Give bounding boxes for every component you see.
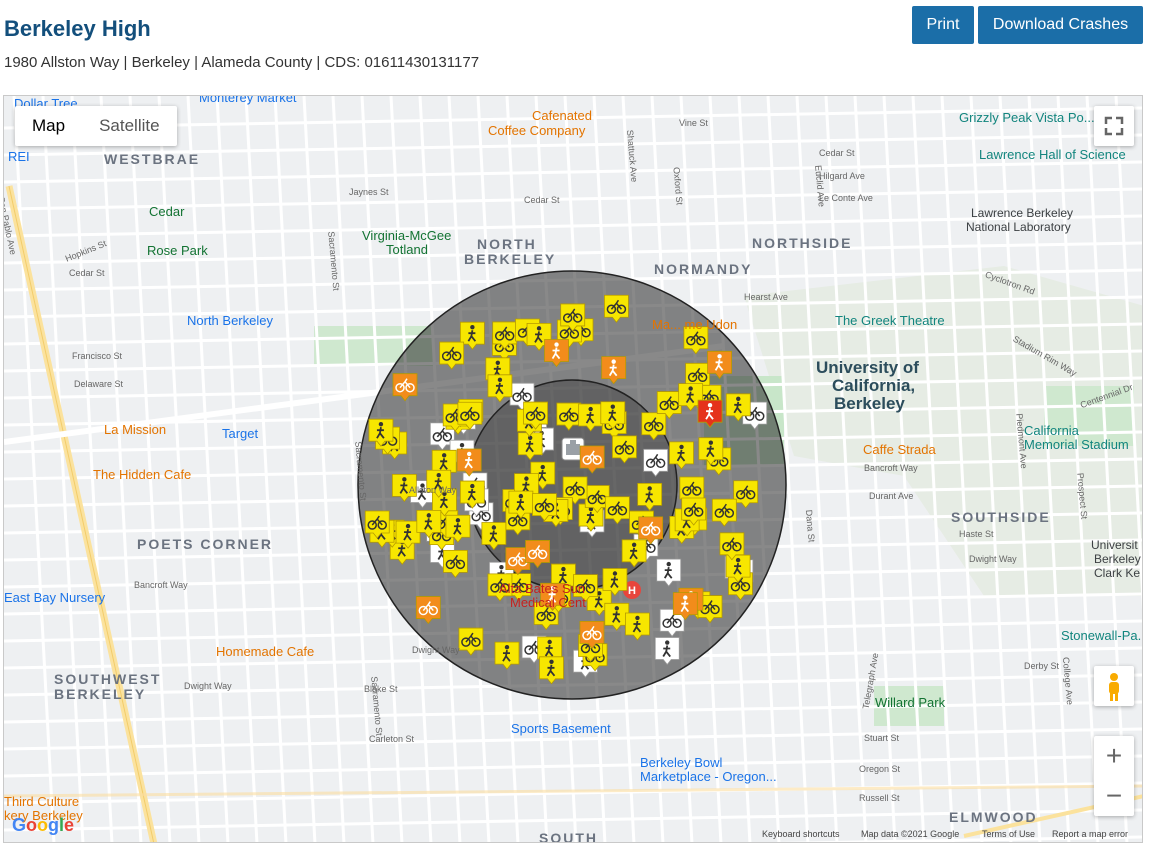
- page-title: Berkeley High: [4, 16, 151, 41]
- poi-sports-basement[interactable]: Sports Basement: [511, 721, 611, 736]
- poi-hidden-cafe[interactable]: The Hidden Cafe: [93, 467, 191, 482]
- map-type-satellite-button[interactable]: Satellite: [82, 106, 176, 146]
- poi-berkeley-bowl[interactable]: Berkeley Bowl: [640, 755, 722, 770]
- street-stuart: Stuart St: [864, 733, 900, 743]
- poi-lbnl-line2[interactable]: National Laboratory: [966, 220, 1071, 234]
- map-type-control: Map Satellite: [15, 106, 177, 146]
- terms-link[interactable]: Terms of Use: [982, 829, 1035, 839]
- campus-label-line3[interactable]: Berkeley: [834, 394, 905, 414]
- poi-grizzly-peak[interactable]: Grizzly Peak Vista Po...: [959, 110, 1095, 125]
- poi-lawrence-hall[interactable]: Lawrence Hall of Science: [979, 147, 1126, 162]
- street-blake: Blake St: [364, 684, 398, 694]
- report-error-link[interactable]: Report a map error: [1052, 829, 1128, 839]
- street-carleton: Carleton St: [369, 734, 415, 744]
- street-dwight-mid: Dwight Way: [412, 645, 460, 655]
- street-russell: Russell St: [859, 793, 900, 803]
- street-derby: Derby St: [1024, 661, 1060, 671]
- street-cedar: Cedar St: [69, 268, 105, 278]
- poi-virginia-mcgee[interactable]: Virginia-McGee: [362, 228, 451, 243]
- svg-text:H: H: [628, 585, 636, 597]
- poi-la-mission[interactable]: La Mission: [104, 422, 166, 437]
- neighborhood-northside: NORTHSIDE: [752, 235, 853, 251]
- poi-monterey-market[interactable]: Monterey Market: [199, 96, 297, 105]
- keyboard-shortcuts-link[interactable]: Keyboard shortcuts: [762, 829, 840, 839]
- pegman-icon: [1109, 673, 1119, 701]
- street-hearst: Hearst Ave: [744, 292, 788, 302]
- map-type-map-button[interactable]: Map: [15, 106, 82, 146]
- campus-label-line1[interactable]: University of: [816, 358, 919, 378]
- street-delaware: Delaware St: [74, 379, 124, 389]
- street-le-conte: Le Conte Ave: [819, 193, 873, 203]
- street-view-pegman-button[interactable]: [1094, 666, 1134, 706]
- street-haste: Haste St: [959, 529, 994, 539]
- neighborhood-southwest: SOUTHWEST: [54, 671, 162, 687]
- street-bancroft: Bancroft Way: [134, 580, 188, 590]
- neighborhood-southwest-berkeley: BERKELEY: [54, 686, 147, 702]
- poi-memorial-stadium-line2[interactable]: Memorial Stadium: [1024, 437, 1129, 452]
- poi-homemade-cafe[interactable]: Homemade Cafe: [216, 644, 314, 659]
- print-button[interactable]: Print: [912, 6, 974, 44]
- poi-caffe-strada[interactable]: Caffe Strada: [863, 442, 936, 457]
- poi-memorial-stadium[interactable]: California: [1024, 423, 1079, 438]
- poi-north-berkeley-bart[interactable]: North Berkeley: [187, 313, 273, 328]
- street-hilgard: Hilgard Ave: [819, 171, 865, 181]
- poi-cafenated-line2[interactable]: Coffee Company: [488, 123, 585, 138]
- street-jaynes: Jaynes St: [349, 187, 389, 197]
- neighborhood-north-berkeley: BERKELEY: [464, 251, 557, 267]
- street-cedar-far: Cedar St: [819, 148, 855, 158]
- street-dwight: Dwight Way: [184, 681, 232, 691]
- poi-rei[interactable]: REI: [8, 149, 30, 164]
- poi-berkeley-bowl-line2[interactable]: Marketplace - Oregon...: [640, 769, 777, 784]
- poi-university-village[interactable]: Universit: [1091, 538, 1138, 552]
- poi-target[interactable]: Target: [222, 426, 258, 441]
- poi-alta-bates[interactable]: Alta Bates Sun: [499, 581, 585, 596]
- street-allston: Allston Way: [409, 485, 457, 495]
- poi-stonewall[interactable]: Stonewall-Pa...: [1061, 628, 1142, 643]
- neighborhood-westbrae: WESTBRAE: [104, 151, 201, 167]
- poi-virginia-mcgee-line2[interactable]: Totland: [386, 242, 428, 257]
- poi-lbnl[interactable]: Lawrence Berkeley: [971, 206, 1073, 220]
- neighborhood-poets-corner: POETS CORNER: [137, 536, 274, 552]
- zoom-in-button[interactable]: +: [1094, 736, 1134, 776]
- poi-cedar-rose-park[interactable]: Cedar: [149, 204, 184, 219]
- poi-cafenated[interactable]: Cafenated: [532, 108, 592, 123]
- neighborhood-normandy: NORMANDY: [654, 261, 753, 277]
- map-footer: Keyboard shortcuts Map data ©2021 Google…: [4, 828, 1142, 842]
- street-durant: Durant Ave: [869, 491, 914, 501]
- fullscreen-button[interactable]: [1094, 106, 1134, 146]
- poi-third-culture[interactable]: Third Culture: [4, 794, 79, 809]
- poi-cedar-rose-park-line2[interactable]: Rose Park: [147, 243, 208, 258]
- zoom-out-button[interactable]: −: [1094, 776, 1134, 816]
- neighborhood-north: NORTH: [477, 236, 537, 252]
- poi-alta-bates-line2[interactable]: Medical Cent: [510, 595, 586, 610]
- street-cedar-east: Cedar St: [524, 195, 560, 205]
- street-vine: Vine St: [679, 118, 708, 128]
- neighborhood-elmwood: ELMWOOD: [949, 809, 1038, 825]
- neighborhood-southside: SOUTHSIDE: [951, 509, 1051, 525]
- street-francisco: Francisco St: [72, 351, 123, 361]
- street-bancroft-east: Bancroft Way: [864, 463, 918, 473]
- street-oregon: Oregon St: [859, 764, 901, 774]
- poi-university-village-line2[interactable]: Berkeley: [1094, 552, 1141, 566]
- map-data-attribution: Map data ©2021 Google: [861, 829, 960, 839]
- poi-east-bay-nursery[interactable]: East Bay Nursery: [4, 590, 105, 605]
- poi-udon[interactable]: Ma... me Udon: [652, 317, 737, 332]
- fullscreen-icon: [1104, 116, 1124, 136]
- poi-willard-park[interactable]: Willard Park: [875, 695, 945, 710]
- crash-map[interactable]: H Monterey Market Dollar Tree REI WESTBR…: [3, 95, 1143, 843]
- download-crashes-button[interactable]: Download Crashes: [978, 6, 1143, 44]
- school-address: 1980 Allston Way | Berkeley | Alameda Co…: [4, 54, 480, 71]
- poi-greek-theatre[interactable]: The Greek Theatre: [835, 313, 945, 328]
- zoom-control: + −: [1094, 736, 1134, 816]
- campus-label-line2[interactable]: California,: [832, 376, 915, 396]
- street-dwight-east: Dwight Way: [969, 554, 1017, 564]
- poi-university-village-line3[interactable]: Clark Ke: [1094, 566, 1140, 580]
